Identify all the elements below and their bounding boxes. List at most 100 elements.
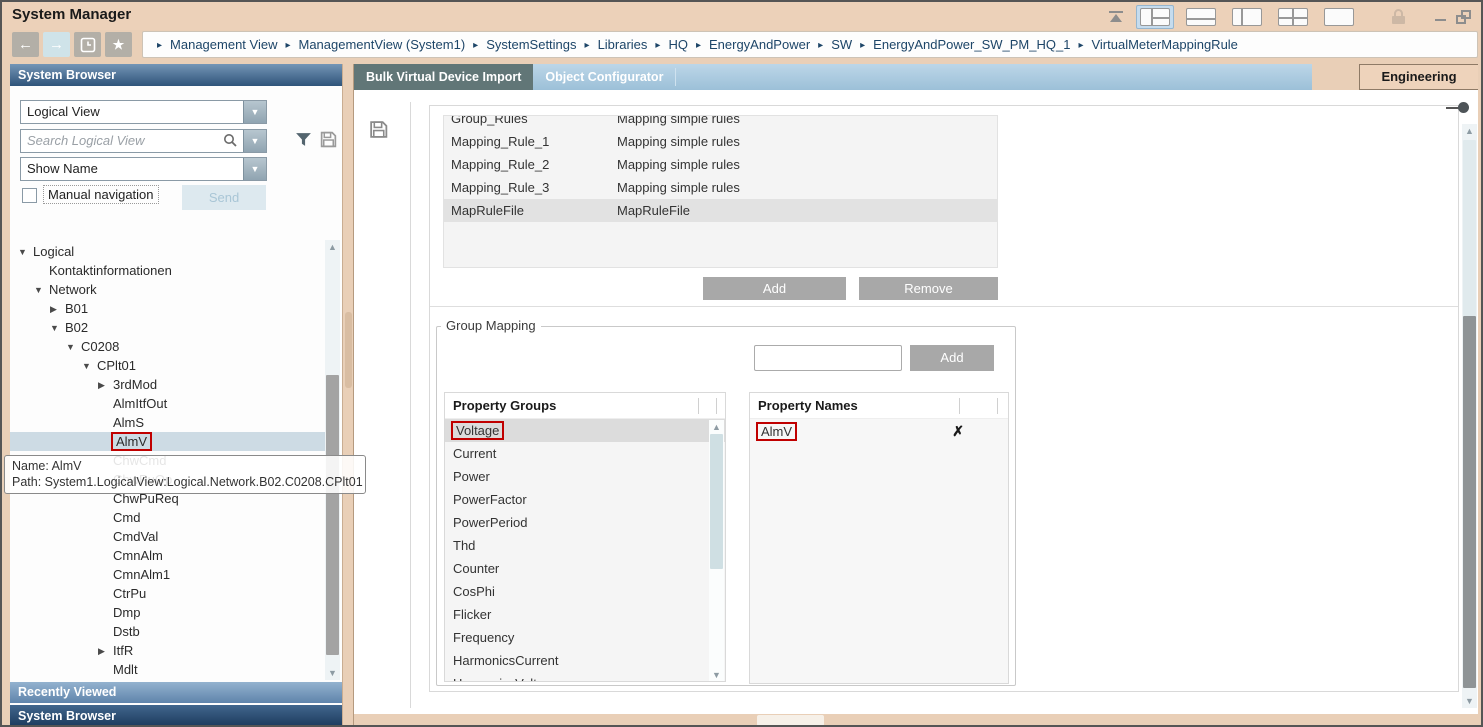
layout-single-pane-button[interactable] [1320,5,1358,29]
layout-split-quad-button[interactable] [1274,5,1312,29]
tree-item[interactable]: AlmS [10,413,326,432]
tree-item-logical[interactable]: Logical [10,242,326,261]
property-group-row[interactable]: Flicker [445,603,725,626]
lock-icon[interactable] [1392,9,1406,25]
tree-item[interactable]: B01 [10,299,326,318]
search-icon[interactable] [223,133,238,148]
tab-bulk-virtual-device-import[interactable]: Bulk Virtual Device Import [354,64,533,90]
remove-rule-button[interactable]: Remove [859,277,998,300]
add-rule-button[interactable]: Add [703,277,846,300]
view-selector-dropdown[interactable]: Logical View ▼ [20,100,267,124]
rule-row[interactable]: Group_RulesMapping simple rules [444,115,997,130]
filter-icon[interactable] [294,130,313,149]
property-group-row[interactable]: Thd [445,534,725,557]
tree-item[interactable]: Dmp [10,603,326,622]
restore-button[interactable] [1456,10,1471,24]
collapse-panels-icon[interactable] [1106,9,1128,25]
tree-item[interactable]: CmnAlm1 [10,565,326,584]
expander-icon[interactable] [50,319,65,338]
property-group-row[interactable]: HarmonicsCurrent [445,649,725,672]
property-group-row[interactable]: Frequency [445,626,725,649]
pin-icon[interactable] [1446,102,1472,114]
tree-item[interactable]: 3rdMod [10,375,326,394]
main-scrollbar[interactable]: ▲ ▼ [1462,124,1477,708]
breadcrumb-item[interactable]: SW [810,37,852,52]
expander-icon[interactable] [18,243,33,262]
favorites-star-icon[interactable]: ★ [105,32,132,57]
rule-row[interactable]: Mapping_Rule_1Mapping simple rules [444,130,997,153]
recently-viewed-bar[interactable]: Recently Viewed [10,682,342,703]
tree-item-network[interactable]: Network [10,280,326,299]
expander-icon[interactable] [66,338,81,357]
panel-splitter[interactable] [342,64,354,727]
scroll-up-icon[interactable]: ▲ [325,240,340,254]
tree-item[interactable]: CmdVal [10,527,326,546]
chevron-down-icon[interactable]: ▼ [243,158,266,180]
tree-item[interactable]: CtrPu [10,584,326,603]
group-name-input[interactable] [754,345,902,371]
breadcrumb-item[interactable]: SystemSettings [465,37,576,52]
scrollbar-thumb[interactable] [757,715,824,726]
tree-item[interactable]: C0208 [10,337,326,356]
tree-item[interactable]: CPlt01 [10,356,326,375]
layout-split-bottom-button[interactable] [1182,5,1220,29]
horizontal-scrollbar[interactable] [354,714,1478,727]
expander-icon[interactable] [82,357,97,376]
breadcrumb-item[interactable]: HQ [647,37,688,52]
tree-item[interactable]: ItfR [10,641,326,660]
layout-split-left-button[interactable] [1228,5,1266,29]
manual-navigation-checkbox[interactable] [22,188,37,203]
history-icon[interactable] [74,32,101,57]
expander-icon[interactable] [98,642,113,661]
scroll-down-icon[interactable]: ▼ [709,668,724,682]
property-group-row[interactable]: PowerPeriod [445,511,725,534]
add-group-button[interactable]: Add [910,345,994,371]
tree-item[interactable]: Mdlt [10,660,326,679]
breadcrumb-item[interactable]: ManagementView (System1) [277,37,465,52]
property-group-row[interactable]: Current [445,442,725,465]
system-browser-bar[interactable]: System Browser [10,705,342,727]
breadcrumb-item[interactable]: VirtualMeterMappingRule [1070,37,1237,52]
property-group-row[interactable]: PowerFactor [445,488,725,511]
property-name-row[interactable]: AlmV [750,419,1008,444]
send-button[interactable]: Send [182,185,266,210]
breadcrumb-item[interactable]: EnergyAndPower_SW_PM_HQ_1 [852,37,1070,52]
tab-object-configurator[interactable]: Object Configurator [533,64,675,90]
save-filter-icon[interactable] [319,130,338,149]
scroll-down-icon[interactable]: ▼ [1462,694,1477,708]
forward-button[interactable]: → [43,32,70,57]
breadcrumb-item[interactable]: Management View [149,37,277,52]
splitter-handle[interactable] [345,312,352,388]
scrollbar-thumb[interactable] [326,375,339,655]
tree-item[interactable]: Kontaktinformationen [10,261,326,280]
rule-row[interactable]: Mapping_Rule_3Mapping simple rules [444,176,997,199]
delete-icon[interactable] [952,419,964,444]
expander-icon[interactable] [50,300,65,319]
property-group-row[interactable]: Counter [445,557,725,580]
expander-icon[interactable] [34,281,49,300]
tree-item[interactable]: CmnAlm [10,546,326,565]
property-group-row-selected[interactable]: Voltage [445,419,725,442]
search-options-chevron-icon[interactable]: ▼ [243,130,266,152]
scroll-up-icon[interactable]: ▲ [709,420,724,434]
rule-row[interactable]: Mapping_Rule_2Mapping simple rules [444,153,997,176]
breadcrumb-item[interactable]: EnergyAndPower [688,37,810,52]
tree-item[interactable]: B02 [10,318,326,337]
scroll-down-icon[interactable]: ▼ [325,666,340,680]
expander-icon[interactable] [98,376,113,395]
property-group-row[interactable]: CosPhi [445,580,725,603]
back-button[interactable]: ← [12,32,39,57]
minimize-button[interactable] [1434,10,1448,24]
save-icon[interactable] [368,119,389,140]
tree-item-almv-selected[interactable]: AlmV [10,432,326,451]
scroll-up-icon[interactable]: ▲ [1462,124,1477,138]
rule-row-selected[interactable]: MapRuleFileMapRuleFile [444,199,997,222]
tree-item[interactable]: AlmItfOut [10,394,326,413]
property-group-row[interactable]: Power [445,465,725,488]
display-mode-dropdown[interactable]: Show Name ▼ [20,157,267,181]
property-group-row-clipped[interactable]: HarmonicsVoltage [445,672,725,682]
breadcrumb-item[interactable]: Libraries [577,37,648,52]
tree-item[interactable]: Cmd [10,508,326,527]
chevron-down-icon[interactable]: ▼ [243,101,266,123]
property-groups-scrollbar[interactable]: ▲ ▼ [709,420,724,682]
